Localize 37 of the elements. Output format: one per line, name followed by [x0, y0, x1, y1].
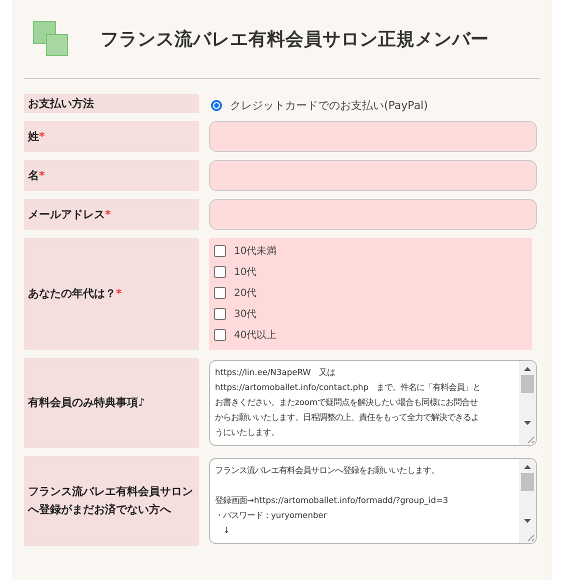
field-label: メールアドレス*	[24, 199, 199, 230]
field-label: あなたの年代は？*	[24, 238, 199, 350]
field-label: 姓*	[24, 121, 199, 152]
checkbox[interactable]	[214, 308, 226, 320]
field-label: 有料会員のみ特典事項♪	[24, 358, 199, 448]
checkbox[interactable]	[214, 266, 226, 278]
checkbox-label[interactable]: 20代	[234, 286, 257, 300]
scrollbar-drawing[interactable]	[519, 361, 536, 445]
text-line: ↓	[222, 524, 230, 537]
checkbox[interactable]	[214, 245, 226, 257]
text-area[interactable]: フランス流バレエ有料会員サロンへ登録をお願いいたします。 登録画面→https://artomoballet.info/formadd/?group_id=3 ・パスワード：yuryomenber ↓	[209, 458, 537, 544]
input-field[interactable]	[209, 160, 537, 191]
scrollbar-drawing[interactable]	[519, 459, 536, 543]
field-label: 名*	[24, 160, 199, 191]
text-line: フランス流バレエ有料会員サロンへ登録をお願いいたします。	[215, 464, 439, 477]
checkbox-label[interactable]: 30代	[234, 307, 257, 321]
input-field[interactable]	[209, 121, 537, 152]
text-line: 登録画面→https://artomoballet.info/formadd/?group_id=3	[215, 494, 448, 507]
field-label: お支払い方法	[24, 94, 199, 113]
page-title: フランス流バレエ有料会員サロン正規メンバー	[99, 28, 490, 51]
input-field[interactable]	[209, 199, 537, 230]
checkbox[interactable]	[214, 329, 226, 341]
checkbox-label[interactable]: 10代	[234, 265, 257, 279]
text-line: うにいたします。	[215, 426, 279, 439]
radio-label[interactable]: クレジットカードでのお支払い(PayPal)	[230, 98, 428, 113]
checkbox-label[interactable]: 40代以上	[234, 328, 277, 342]
field-label: フランス流バレエ有料会員サロンへ登録がまだお済でない方へ	[24, 456, 199, 546]
squares-icon	[33, 21, 69, 57]
checkbox-label[interactable]: 10代未満	[234, 244, 277, 258]
checkbox[interactable]	[214, 287, 226, 299]
radio-button[interactable]	[211, 100, 222, 111]
text-line: お書きください。またzoomで疑問点を解決したい場合も同様にお問合せ	[215, 396, 478, 409]
text-line: https://artomoballet.info/contact.php まで。件名に「有料会員」と	[215, 381, 481, 394]
text-line: https://lin.ee/N3apeRW 又は	[215, 366, 335, 379]
text-area[interactable]: https://lin.ee/N3apeRW 又は https://artomoballet.info/contact.php まで。件名に「有料会員」と お書きください。またzoomで疑問点を解決したい場合も同様にお問合せ からお願いいたします。日程調整の上、責任をもって全力で解決できるよ うにいたします。	[209, 360, 537, 446]
text-line: ・パスワード：yuryomenber	[215, 509, 327, 522]
text-line: からお願いいたします。日程調整の上、責任をもって全力で解決できるよ	[215, 411, 479, 424]
